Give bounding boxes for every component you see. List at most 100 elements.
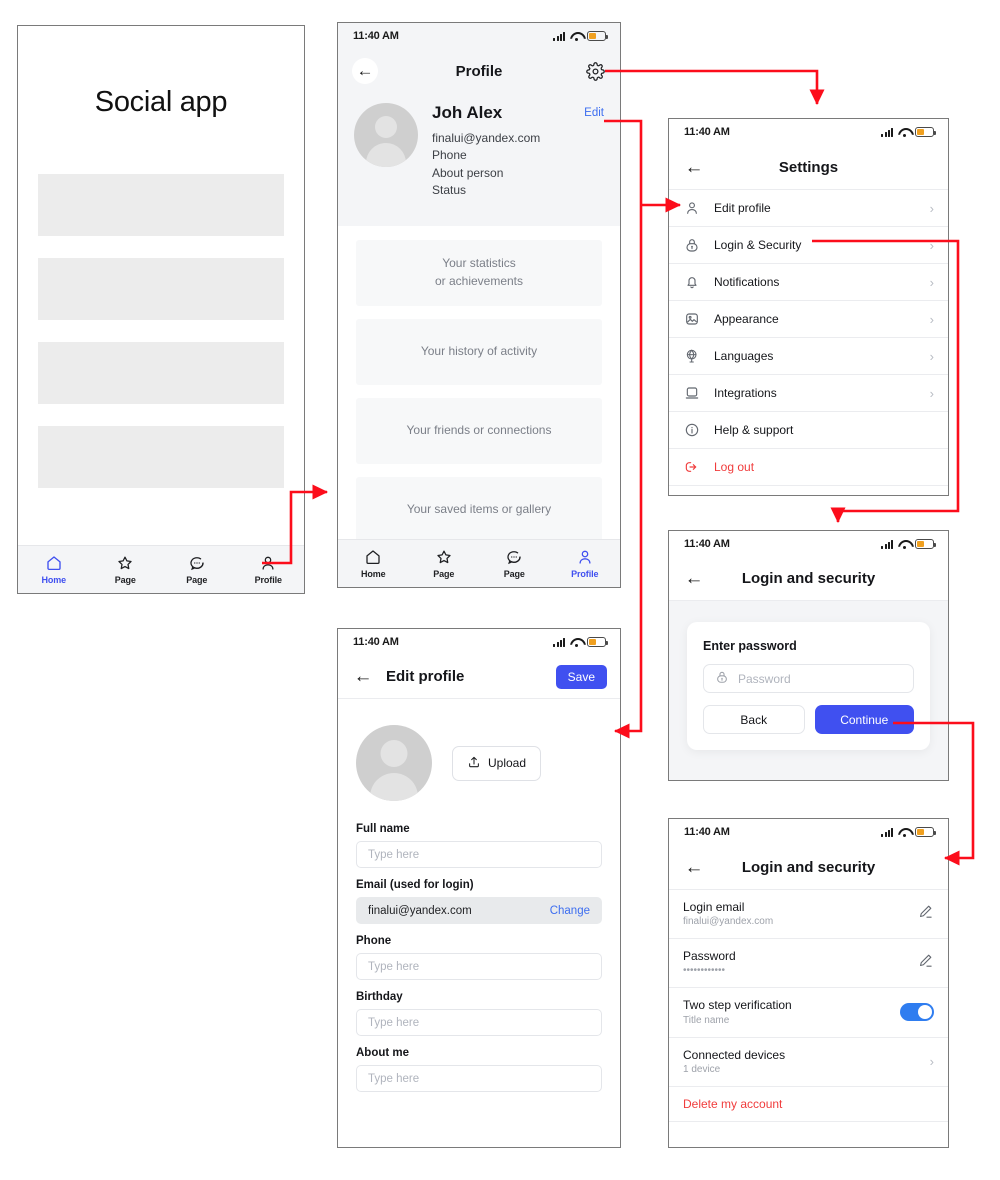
tab-home[interactable]: Home — [18, 554, 90, 585]
back-button[interactable]: ← — [352, 58, 378, 84]
logout-icon — [683, 458, 701, 476]
tab-page-chat[interactable]: Page — [479, 548, 550, 579]
signal-bars-icon — [881, 827, 893, 837]
profile-about: About person — [432, 165, 504, 180]
settings-gear-button[interactable] — [582, 58, 608, 84]
settings-item-label: Integrations — [714, 386, 777, 400]
battery-icon — [915, 827, 936, 837]
tab-label: Page — [433, 569, 455, 579]
app-bar: ← Login and security — [669, 557, 948, 601]
tab-profile[interactable]: Profile — [233, 554, 305, 585]
profile-info: Joh Alex finalui@yandex.com Phone About … — [432, 103, 540, 200]
tab-profile[interactable]: Profile — [550, 548, 621, 579]
tab-label: Page — [114, 575, 136, 585]
settings-item-integrations[interactable]: Integrations › — [669, 375, 948, 412]
screen-settings: 11:40 AM ← Settings Edit profile › Login… — [668, 118, 949, 496]
back-button[interactable]: ← — [683, 156, 705, 178]
card-history[interactable]: Your history of activity — [356, 318, 602, 385]
upload-button[interactable]: Upload — [452, 745, 542, 781]
battery-icon — [915, 539, 936, 549]
chevron-right-icon: › — [929, 311, 934, 327]
status-icons — [553, 637, 608, 647]
change-email-link[interactable]: Change — [550, 905, 590, 917]
bell-icon — [683, 273, 701, 291]
star-icon — [116, 554, 134, 572]
chevron-right-icon: › — [929, 348, 934, 364]
wifi-icon — [898, 540, 910, 549]
save-button[interactable]: Save — [555, 664, 607, 689]
profile-status: Status — [432, 183, 467, 198]
chat-bubble-icon — [505, 548, 523, 566]
status-time: 11:40 AM — [684, 826, 730, 838]
chevron-right-icon: › — [929, 385, 934, 401]
settings-item-label: Edit profile — [714, 201, 771, 215]
edit-pencil-icon[interactable] — [917, 952, 934, 974]
settings-item-log-out[interactable]: Log out — [669, 449, 948, 486]
card-friends[interactable]: Your friends or connections — [356, 397, 602, 464]
avatar-upload-row: Upload — [338, 699, 620, 823]
full-name-input[interactable]: Type here — [356, 841, 602, 868]
settings-item-label: Log out — [714, 460, 755, 474]
person-icon — [683, 199, 701, 217]
field-label: Birthday — [356, 991, 403, 1003]
tab-page-star[interactable]: Page — [409, 548, 480, 579]
status-bar: 11:40 AM — [338, 23, 620, 49]
settings-item-notifications[interactable]: Notifications › — [669, 264, 948, 301]
placeholder-block — [38, 174, 284, 236]
lock-icon — [715, 670, 729, 687]
phone-input[interactable]: Type here — [356, 953, 602, 980]
security-item-login-email[interactable]: Login email finalui@yandex.com — [669, 890, 948, 940]
avatar-placeholder-icon — [354, 103, 418, 167]
card-saved-items[interactable]: Your saved items or gallery — [356, 476, 602, 543]
settings-item-languages[interactable]: Languages › — [669, 338, 948, 375]
security-item-texts: Connected devices 1 device — [683, 1047, 920, 1077]
card-label: Your history of activity — [420, 343, 538, 358]
screen-profile: 11:40 AM ← Profile Joh Alex finalui@yand… — [337, 22, 621, 588]
tab-page-star[interactable]: Page — [90, 554, 162, 585]
password-input[interactable]: Password — [703, 664, 914, 693]
about-me-input[interactable]: Type here — [356, 1065, 602, 1092]
settings-item-help-support[interactable]: Help & support — [669, 412, 948, 449]
star-icon — [435, 548, 453, 566]
email-value: finalui@yandex.com — [368, 904, 472, 917]
card-statistics[interactable]: Your statistics or achievements — [356, 239, 602, 306]
back-button[interactable]: ← — [683, 856, 705, 878]
back-button-dialog[interactable]: Back — [703, 705, 805, 734]
two-step-toggle[interactable] — [900, 1003, 934, 1022]
connector-gear-to-settings — [605, 69, 825, 106]
security-item-two-step-verification[interactable]: Two step verification Title name — [669, 988, 948, 1038]
security-item-password[interactable]: Password •••••••••••• — [669, 939, 948, 989]
security-item-connected-devices[interactable]: Connected devices 1 device › — [669, 1038, 948, 1087]
tab-label: Profile — [254, 575, 282, 585]
back-button[interactable]: ← — [683, 568, 705, 590]
password-placeholder: Password — [738, 671, 791, 686]
signal-bars-icon — [553, 637, 565, 647]
wifi-icon — [898, 128, 910, 137]
settings-item-login-security[interactable]: Login & Security › — [669, 227, 948, 264]
signal-bars-icon — [553, 31, 565, 41]
continue-button[interactable]: Continue — [814, 705, 914, 734]
app-bar: ← Profile — [338, 49, 620, 93]
email-input[interactable]: finalui@yandex.com Change — [356, 897, 602, 924]
lock-icon — [683, 236, 701, 254]
app-bar: ← Login and security — [669, 845, 948, 889]
settings-item-edit-profile[interactable]: Edit profile › — [669, 190, 948, 227]
edit-pencil-icon[interactable] — [917, 903, 934, 925]
tab-page-chat[interactable]: Page — [161, 554, 233, 585]
battery-icon — [587, 637, 608, 647]
birthday-input[interactable]: Type here — [356, 1009, 602, 1036]
settings-item-label: Login & Security — [714, 238, 802, 252]
placeholder-block — [38, 258, 284, 320]
back-button[interactable]: ← — [352, 666, 374, 688]
tab-label: Profile — [571, 569, 599, 579]
battery-icon — [587, 31, 608, 41]
edit-profile-link[interactable]: Edit — [584, 107, 604, 119]
settings-item-appearance[interactable]: Appearance › — [669, 301, 948, 338]
status-time: 11:40 AM — [684, 538, 730, 550]
field-phone: Phone Type here — [338, 935, 620, 980]
field-full-name: Full name Type here — [338, 823, 620, 868]
page-title: Login and security — [741, 570, 876, 587]
security-item-delete-account[interactable]: Delete my account — [669, 1087, 948, 1122]
tab-home[interactable]: Home — [338, 548, 409, 579]
field-about-me: About me Type here — [338, 1047, 620, 1092]
